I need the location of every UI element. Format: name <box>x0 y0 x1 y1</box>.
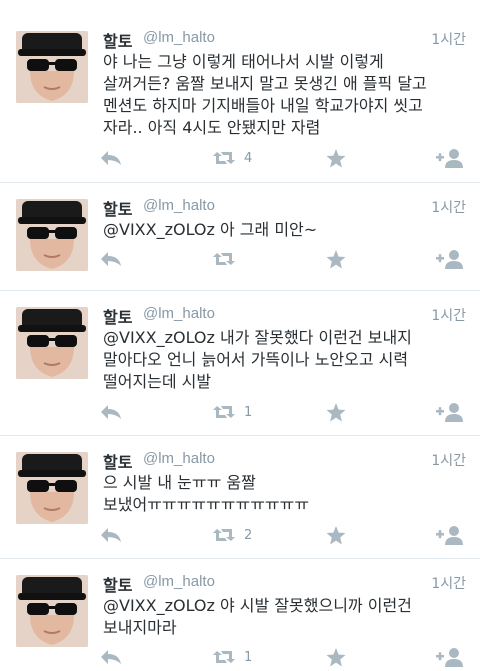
retweet-count: 1 <box>244 649 253 665</box>
tweet-text: 으 시발 내 눈ㅠㅠ 움짤 보냈어ㅠㅠㅠㅠㅠㅠㅠㅠㅠㅠㅠ <box>103 473 310 514</box>
favorite-icon[interactable] <box>326 146 346 170</box>
timestamp: 1시간 <box>431 308 466 324</box>
display-name[interactable]: 할토 <box>103 28 132 52</box>
reply-icon[interactable] <box>100 247 122 271</box>
user-handle[interactable]: @lm_halto <box>143 573 215 590</box>
retweet-button[interactable]: 2 <box>212 523 252 547</box>
avatar[interactable] <box>16 31 88 103</box>
timestamp: 1시간 <box>431 32 466 48</box>
retweet-button[interactable]: 4 <box>212 146 252 170</box>
display-name[interactable]: 할토 <box>103 449 132 473</box>
tweet-text: @VIXX_zOLOz 아 그래 미안~ <box>103 220 318 239</box>
tweet[interactable]: 할토 @lm_halto 1시간 야 나는 그냥 이렇게 태어나서 시발 이렇게… <box>0 0 480 182</box>
user-handle[interactable]: @lm_halto <box>143 450 215 467</box>
tweet[interactable]: 할토 @lm_halto 1시간 으 시발 내 눈ㅠㅠ 움짤 보냈어ㅠㅠㅠㅠㅠㅠ… <box>0 435 480 558</box>
tweet-text: @VIXX_zOLOz 야 시발 잘못했으니까 이런건 보내지마라 <box>103 596 412 637</box>
retweet-icon <box>212 251 236 267</box>
follow-icon[interactable] <box>436 400 464 424</box>
retweet-button[interactable]: 1 <box>212 400 252 424</box>
favorite-icon[interactable] <box>326 523 346 547</box>
retweet-button[interactable]: 1 <box>212 645 252 669</box>
tweet-text: @VIXX_zOLOz 내가 잘못했다 이런건 보내지 말아다오 언니 늙어서 … <box>103 328 412 391</box>
retweet-icon <box>212 649 236 665</box>
reply-icon[interactable] <box>100 645 122 669</box>
user-handle[interactable]: @lm_halto <box>143 305 215 322</box>
retweet-count: 2 <box>244 527 253 543</box>
display-name[interactable]: 할토 <box>103 572 132 596</box>
tweet-text: 야 나는 그냥 이렇게 태어나서 시발 이렇게 살꺼거든? 움짤 보내지 말고 … <box>103 52 427 137</box>
follow-icon[interactable] <box>436 247 464 271</box>
retweet-icon <box>212 404 236 420</box>
avatar[interactable] <box>16 452 88 524</box>
display-name[interactable]: 할토 <box>103 196 132 220</box>
retweet-count: 1 <box>244 404 253 420</box>
follow-icon[interactable] <box>436 523 464 547</box>
avatar[interactable] <box>16 307 88 379</box>
tweet[interactable]: 할토 @lm_halto 1시간 @VIXX_zOLOz 내가 잘못했다 이런건… <box>0 290 480 435</box>
tweet[interactable]: 할토 @lm_halto 1시간 @VIXX_zOLOz 야 시발 잘못했으니까… <box>0 558 480 671</box>
display-name[interactable]: 할토 <box>103 304 132 328</box>
follow-icon[interactable] <box>436 146 464 170</box>
timestamp: 1시간 <box>431 200 466 216</box>
retweet-count: 4 <box>244 150 253 166</box>
user-handle[interactable]: @lm_halto <box>143 197 215 214</box>
retweet-icon <box>212 527 236 543</box>
reply-icon[interactable] <box>100 146 122 170</box>
favorite-icon[interactable] <box>326 645 346 669</box>
tweet[interactable]: 할토 @lm_halto 1시간 @VIXX_zOLOz 아 그래 미안~ <box>0 182 480 290</box>
avatar[interactable] <box>16 575 88 647</box>
reply-icon[interactable] <box>100 400 122 424</box>
retweet-icon <box>212 150 236 166</box>
avatar[interactable] <box>16 199 88 271</box>
timestamp: 1시간 <box>431 576 466 592</box>
reply-icon[interactable] <box>100 523 122 547</box>
retweet-button[interactable] <box>212 247 244 271</box>
user-handle[interactable]: @lm_halto <box>143 29 215 46</box>
timestamp: 1시간 <box>431 453 466 469</box>
favorite-icon[interactable] <box>326 247 346 271</box>
follow-icon[interactable] <box>436 645 464 669</box>
favorite-icon[interactable] <box>326 400 346 424</box>
